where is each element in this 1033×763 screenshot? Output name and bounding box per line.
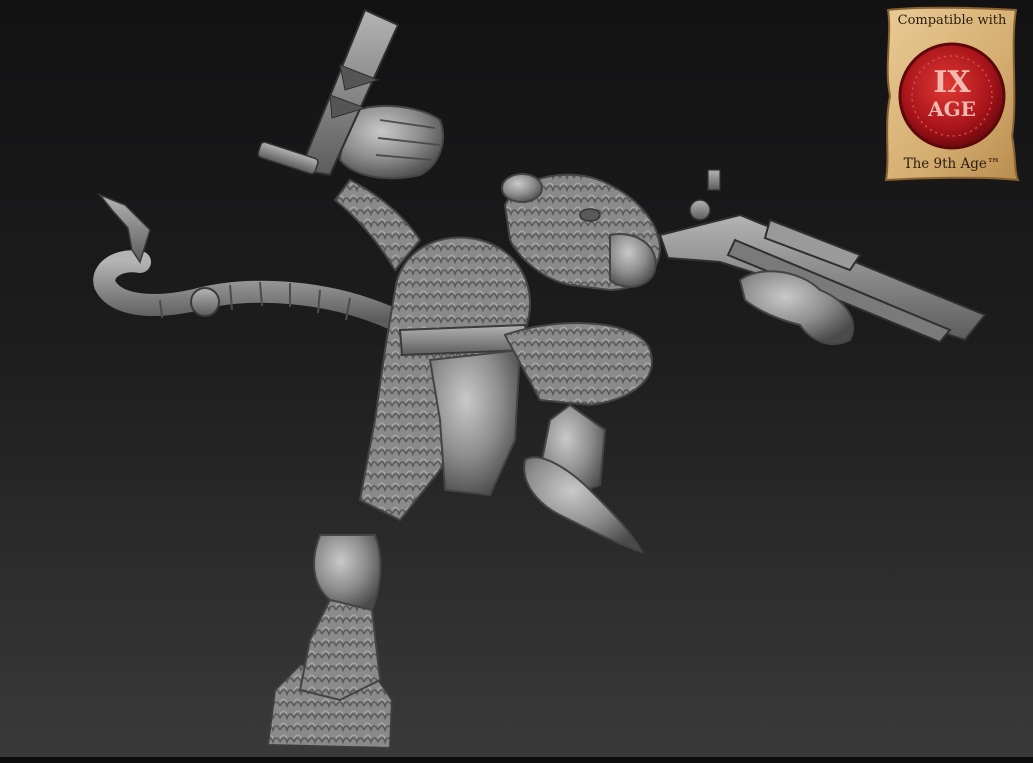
- eye: [579, 208, 601, 222]
- bottom-edge-bar: [0, 757, 1033, 763]
- viewport: IX AGE Compatible with The 9th Age™: [0, 0, 1033, 763]
- tail-cog: [190, 287, 220, 317]
- loincloth: [428, 348, 522, 497]
- front-leg-thigh: [503, 322, 653, 407]
- badge-top-text: Compatible with: [897, 13, 1007, 28]
- tail: [93, 250, 406, 331]
- rifle-sight: [707, 169, 721, 191]
- badge-labels: Compatible with The 9th Age™: [882, 6, 1022, 182]
- ear: [501, 173, 543, 203]
- raised-arm: [333, 178, 422, 272]
- back-leg-boot: [313, 534, 382, 612]
- rifle-cog: [689, 199, 711, 221]
- badge-bottom-text: The 9th Age™: [903, 156, 1001, 172]
- sculpt-render: IX AGE: [93, 6, 1020, 750]
